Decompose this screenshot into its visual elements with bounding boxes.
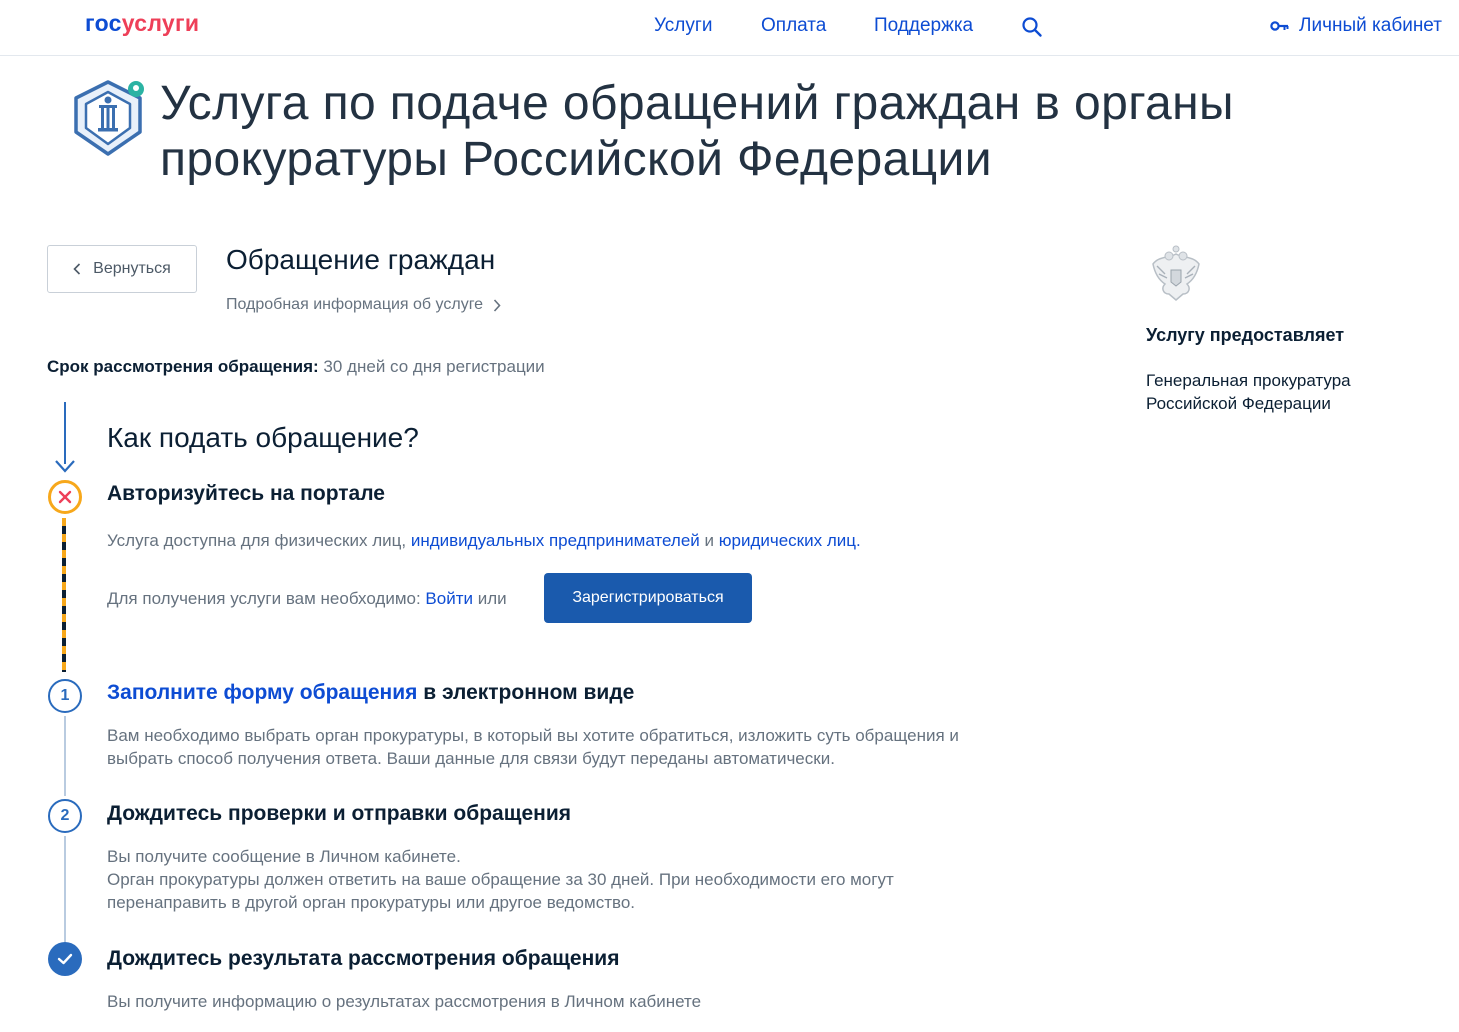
timeline-line-2 — [64, 836, 66, 942]
step-1-text: Вам необходимо выбрать орган прокуратуры… — [107, 726, 959, 768]
review-term: Срок рассмотрения обращения: 30 дней со … — [47, 357, 545, 377]
coat-of-arms-icon — [1152, 245, 1200, 301]
step-1-number: 1 — [60, 687, 70, 704]
top-header: госуслуги Услуги Оплата Поддержка Личный… — [0, 0, 1459, 56]
step-2-text-line-1: Вы получите сообщение в Личном кабинете. — [107, 847, 461, 866]
step-2-text-line-2: Орган прокуратуры должен ответить на ваш… — [107, 870, 894, 912]
logo-part-gos: гос — [85, 10, 122, 36]
search-icon[interactable] — [1021, 16, 1043, 38]
step-1-title-rest: в электронном виде — [423, 681, 635, 704]
cabinet-label: Личный кабинет — [1299, 15, 1442, 36]
availability-and: и — [704, 531, 715, 550]
timeline-line-1 — [64, 716, 66, 796]
step-3-text: Вы получите информацию о результатах рас… — [107, 992, 702, 1011]
close-icon — [58, 490, 72, 504]
step-auth-need: Для получения услуги вам необходимо: Вой… — [107, 587, 507, 610]
review-term-value: 30 дней со дня регистрации — [323, 357, 545, 376]
step-2-badge: 2 — [48, 799, 82, 833]
prosecutor-shield-icon — [74, 80, 144, 156]
fill-form-link[interactable]: Заполните форму обращения — [107, 681, 417, 704]
step-3-title: Дождитесь результата рассмотрения обраще… — [107, 947, 620, 970]
need-or: или — [477, 589, 507, 608]
step-2-number: 2 — [60, 807, 70, 824]
link-individual-entrepreneurs[interactable]: индивидуальных предпринимателей — [411, 531, 700, 550]
step-1-title: Заполните форму обращения в электронном … — [107, 681, 634, 705]
step-2-title: Дождитесь проверки и отправки обращения — [107, 802, 571, 825]
chevron-left-icon — [73, 263, 81, 275]
availability-end: . — [856, 531, 861, 550]
review-term-label: Срок рассмотрения обращения: — [47, 357, 319, 376]
service-details-link[interactable]: Подробная информация об услуге — [226, 296, 501, 314]
chevron-right-icon — [493, 298, 501, 312]
need-prefix: Для получения услуги вам необходимо: — [107, 589, 421, 608]
personal-cabinet-link[interactable]: Личный кабинет — [1270, 15, 1442, 37]
provider-name: Генеральная прокуратура Российской Федер… — [1146, 371, 1351, 413]
step-1-badge: 1 — [48, 679, 82, 713]
provider-heading: Услугу предоставляет — [1146, 325, 1345, 345]
availability-prefix: Услуга доступна для физических лиц, — [107, 531, 407, 550]
key-icon — [1270, 21, 1289, 31]
step-auth-availability: Услуга доступна для физических лиц, инди… — [107, 529, 861, 552]
step-2-text: Вы получите сообщение в Личном кабинете.… — [107, 845, 967, 914]
timeline-dashed-line — [62, 518, 66, 672]
nav-services[interactable]: Услуги — [654, 15, 712, 37]
step-auth-status — [48, 480, 82, 514]
login-link[interactable]: Войти — [425, 589, 473, 608]
service-details-label: Подробная информация об услуге — [226, 296, 484, 313]
back-button-label: Вернуться — [93, 260, 171, 277]
link-legal-entities[interactable]: юридических лиц — [719, 531, 856, 550]
page-title: Услуга по подаче обращений граждан в орг… — [160, 77, 1234, 186]
nav-support[interactable]: Поддержка — [874, 15, 973, 37]
back-button[interactable]: Вернуться — [47, 245, 197, 293]
nav-payment[interactable]: Оплата — [761, 15, 826, 37]
service-name: Обращение граждан — [226, 244, 496, 275]
step-3-badge — [48, 942, 82, 976]
register-button[interactable]: Зарегистрироваться — [544, 573, 752, 623]
step-auth-title: Авторизуйтесь на портале — [107, 482, 385, 505]
arrow-down-icon — [55, 460, 75, 473]
gosuslugi-logo[interactable]: госуслуги — [85, 10, 199, 37]
how-to-submit-heading: Как подать обращение? — [107, 422, 419, 453]
logo-part-uslugi: услуги — [121, 10, 200, 36]
checkmark-icon — [57, 953, 73, 965]
